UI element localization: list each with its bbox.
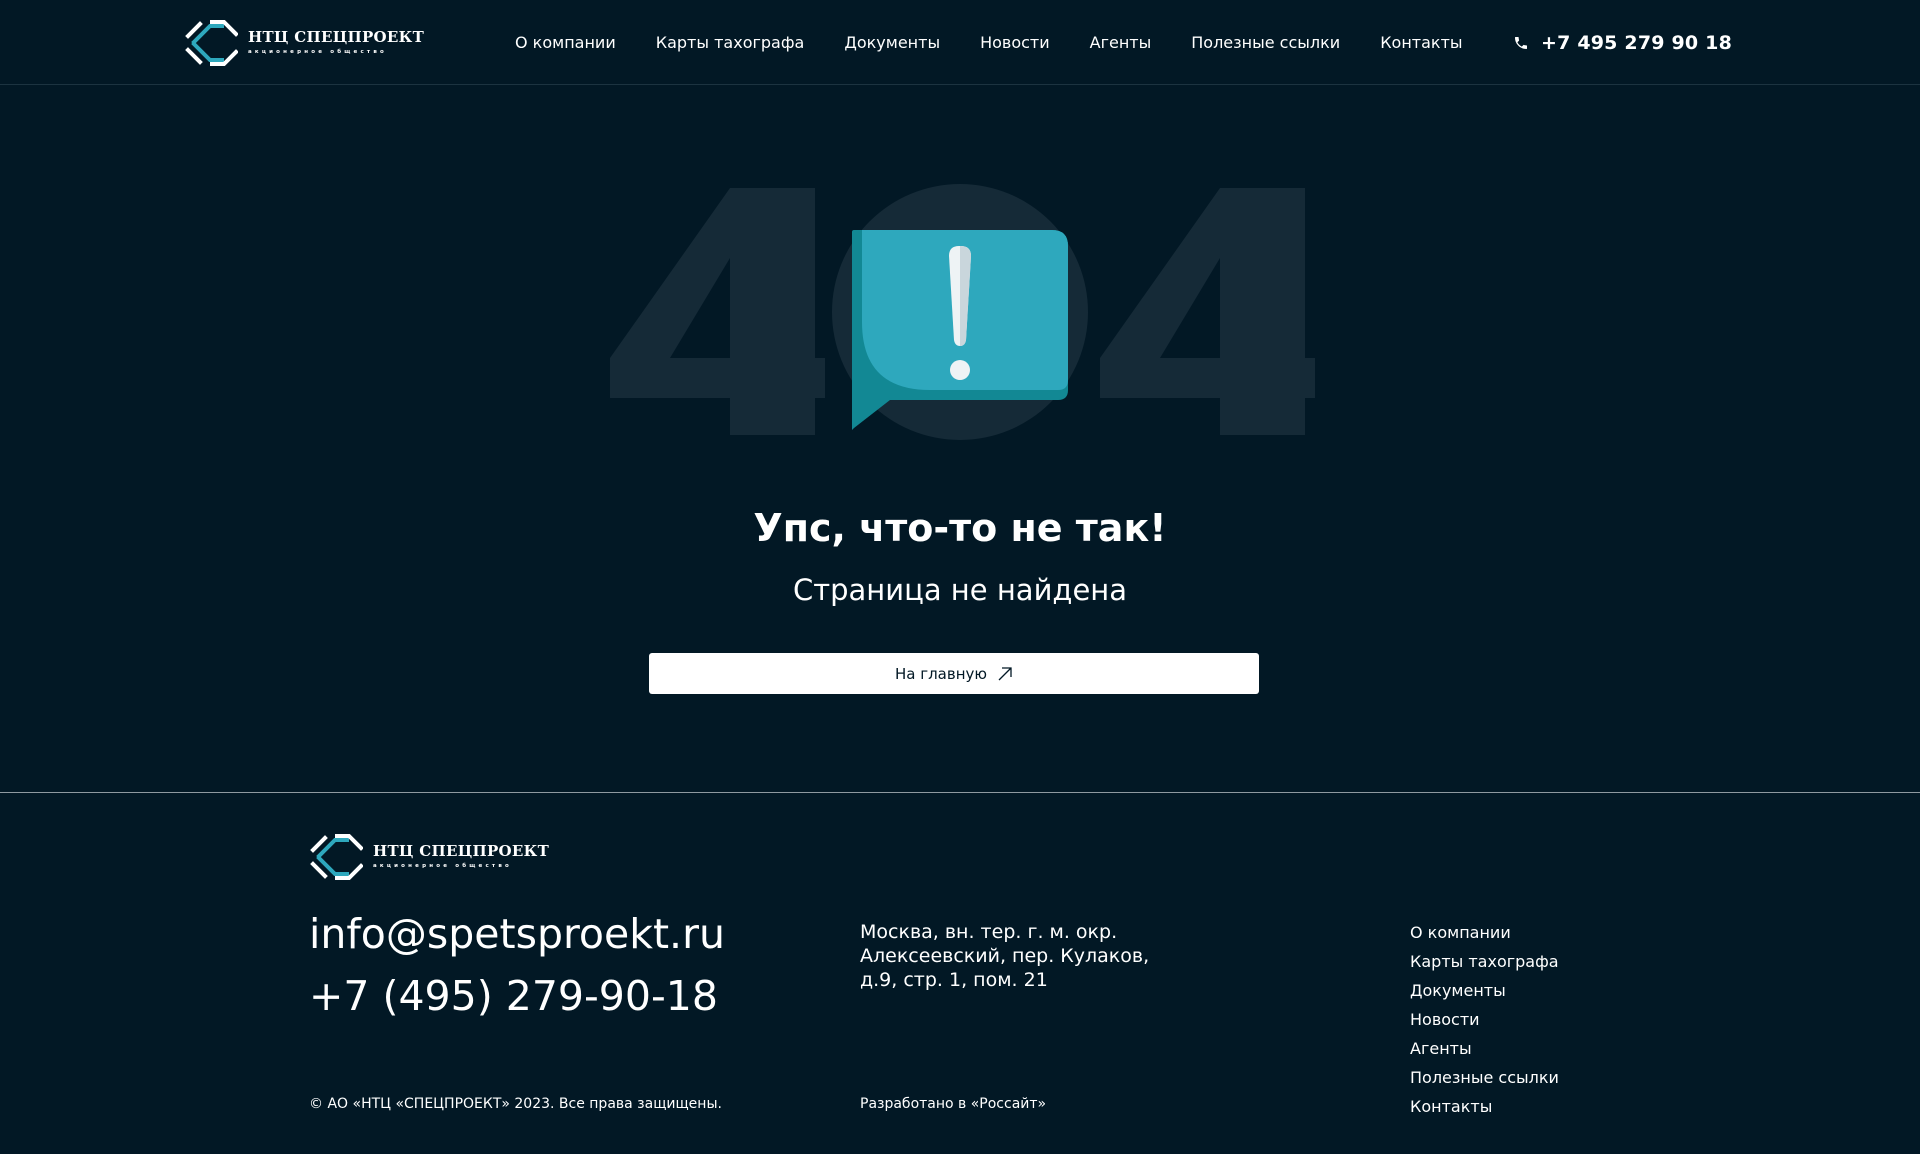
- footer-nav-item-documents[interactable]: Документы: [1410, 976, 1559, 1005]
- go-home-button-label: На главную: [894, 664, 988, 683]
- error-headline: Упс, что-то не так!: [753, 506, 1167, 550]
- arrow-up-right-icon: [998, 666, 1012, 680]
- main-nav: О компании Карты тахографа Документы Нов…: [515, 0, 1463, 85]
- site-header: НТЦ СПЕЦПРОЕКТ акционерное общество О ко…: [0, 0, 1920, 85]
- nav-item-about[interactable]: О компании: [515, 33, 616, 52]
- footer-nav-item-contacts[interactable]: Контакты: [1410, 1092, 1559, 1121]
- logo-mark-icon: [310, 834, 363, 880]
- header-phone-link[interactable]: +7 495 279 90 18: [1513, 0, 1732, 85]
- header-logo[interactable]: НТЦ СПЕЦПРОЕКТ акционерное общество: [184, 18, 424, 68]
- nav-item-contacts[interactable]: Контакты: [1380, 33, 1462, 52]
- header-phone-number: +7 495 279 90 18: [1540, 31, 1732, 54]
- footer-address: Москва, вн. тер. г. м. окр. Алексеевский…: [860, 921, 1150, 991]
- digit-four-left: [610, 188, 825, 435]
- footer-phone-link[interactable]: +7 (495) 279-90-18: [309, 972, 718, 1020]
- footer-email-link[interactable]: info@spetsproekt.ru: [309, 910, 725, 958]
- footer-nav-item-news[interactable]: Новости: [1410, 1005, 1559, 1034]
- nav-item-news[interactable]: Новости: [980, 33, 1050, 52]
- footer-logo[interactable]: НТЦ СПЕЦПРОЕКТ акционерное общество: [309, 832, 549, 882]
- nav-item-documents[interactable]: Документы: [844, 33, 940, 52]
- footer-nav: О компании Карты тахографа Документы Нов…: [1410, 918, 1559, 1121]
- logo-subtitle: акционерное общество: [248, 49, 387, 56]
- digit-four-right: [1100, 188, 1315, 435]
- footer-nav-item-about[interactable]: О компании: [1410, 918, 1559, 947]
- logo-text: НТЦ СПЕЦПРОЕКТ акционерное общество: [248, 30, 424, 56]
- logo-mark-icon: [185, 20, 238, 66]
- nav-item-useful-links[interactable]: Полезные ссылки: [1191, 33, 1340, 52]
- developer-credit-link[interactable]: Разработано в «Россайт»: [860, 1096, 1046, 1112]
- nav-item-tachograph-cards[interactable]: Карты тахографа: [656, 33, 805, 52]
- footer-nav-item-tachograph-cards[interactable]: Карты тахографа: [1410, 947, 1559, 976]
- logo-name: НТЦ СПЕЦПРОЕКТ: [248, 28, 425, 47]
- nav-item-agents[interactable]: Агенты: [1090, 33, 1152, 52]
- logo-name: НТЦ СПЕЦПРОЕКТ: [373, 842, 550, 861]
- error-404-illustration: [610, 184, 1315, 440]
- error-message: Страница не найдена: [792, 573, 1128, 607]
- logo-text: НТЦ СПЕЦПРОЕКТ акционерное общество: [373, 844, 549, 870]
- copyright-text: © АО «НТЦ «СПЕЦПРОЕКТ» 2023. Все права з…: [309, 1096, 722, 1112]
- page: НТЦ СПЕЦПРОЕКТ акционерное общество О ко…: [0, 0, 1920, 1154]
- logo-subtitle: акционерное общество: [373, 863, 512, 870]
- exclamation-speech-bubble-icon: [852, 230, 1068, 430]
- footer-nav-item-agents[interactable]: Агенты: [1410, 1034, 1559, 1063]
- go-home-button[interactable]: На главную: [649, 653, 1259, 694]
- footer-nav-item-useful-links[interactable]: Полезные ссылки: [1410, 1063, 1559, 1092]
- phone-icon: [1514, 36, 1527, 49]
